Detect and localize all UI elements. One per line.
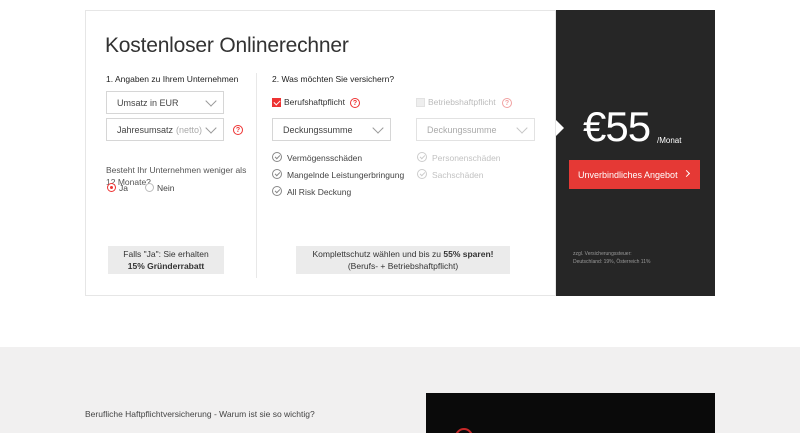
berufshaftpflicht-label[interactable]: Berufshaftpflicht <box>284 97 345 107</box>
check-circle-icon <box>272 186 282 196</box>
bundle-savings-line2: (Berufs- + Betriebshaftpflicht) <box>347 261 459 271</box>
check-circle-icon <box>417 169 427 179</box>
berufshaftpflicht-checkbox[interactable] <box>272 98 281 107</box>
feature-betrieb-1: Personenschäden <box>432 153 501 163</box>
revenue-select-value: Jahresumsatz <box>117 124 174 135</box>
feature-beruf-3: All Risk Deckung <box>287 187 352 197</box>
bundle-savings-info: Komplettschutz wählen und bis zu 55% spa… <box>296 246 510 274</box>
revenue-select[interactable]: Jahresumsatz (netto) <box>106 118 224 141</box>
help-icon[interactable]: ? <box>502 98 512 108</box>
feature-beruf-2: Mangelnde Leistungerbringung <box>287 170 405 180</box>
coverage-select-betrieb-value: Deckungssumme <box>427 124 497 135</box>
radio-no[interactable] <box>145 183 154 192</box>
currency-select-value: Umsatz in EUR <box>117 97 179 108</box>
page: Kostenloser Onlinerechner 1. Angaben zu … <box>0 0 800 433</box>
help-icon[interactable]: ? <box>350 98 360 108</box>
chevron-down-icon <box>205 95 217 107</box>
revenue-select-hint: (netto) <box>176 124 203 135</box>
request-offer-label: Unverbindliches Angebot <box>578 169 678 180</box>
radio-no-label[interactable]: Nein <box>157 183 174 193</box>
feature-beruf-1: Vermögensschäden <box>287 153 363 163</box>
price-panel-notch <box>556 120 564 136</box>
price-unit: /Monat <box>657 136 682 145</box>
check-circle-icon <box>272 152 282 162</box>
betriebshaftpflicht-checkbox[interactable] <box>416 98 425 107</box>
video-player[interactable] <box>426 393 715 433</box>
play-icon[interactable] <box>455 428 473 433</box>
founder-discount-line2: 15% Gründerrabatt <box>127 261 205 271</box>
founder-discount-info: Falls "Ja": Sie erhalten 15% Gründerraba… <box>108 246 224 274</box>
coverage-select-beruf[interactable]: Deckungssumme <box>272 118 391 141</box>
column-divider <box>256 73 257 278</box>
bundle-savings-text: Komplettschutz wählen und bis zu <box>312 249 444 259</box>
founding-question: Besteht Ihr Unternehmen weniger als 12 M… <box>106 165 247 187</box>
chevron-right-icon <box>682 169 691 178</box>
founder-discount-line1: Falls "Ja": Sie erhalten <box>123 249 209 259</box>
radio-yes-label[interactable]: Ja <box>119 183 128 193</box>
help-icon[interactable]: ? <box>233 125 243 135</box>
price-value: €55 <box>583 103 651 150</box>
bundle-savings-highlight: 55% sparen! <box>443 249 494 259</box>
tax-note-line1: zzgl. Versicherungssteuer: <box>573 251 632 257</box>
calculator-card: Kostenloser Onlinerechner 1. Angaben zu … <box>85 10 556 296</box>
check-circle-icon <box>417 152 427 162</box>
chevron-down-icon <box>372 122 384 134</box>
betriebshaftpflicht-label[interactable]: Betriebshaftpflicht <box>428 97 496 107</box>
request-offer-button[interactable]: Unverbindliches Angebot <box>569 160 700 189</box>
calculator-title: Kostenloser Onlinerechner <box>105 34 349 57</box>
section-company-heading: 1. Angaben zu Ihrem Unternehmen <box>106 74 239 84</box>
tax-note: zzgl. Versicherungssteuer: Deutschland: … <box>573 250 693 266</box>
coverage-select-betrieb[interactable]: Deckungssumme <box>416 118 535 141</box>
coverage-select-beruf-value: Deckungssumme <box>283 124 353 135</box>
info-section-title: Berufliche Haftpflichtversicherung - War… <box>85 409 315 419</box>
chevron-down-icon <box>516 122 528 134</box>
tax-note-line2: Deutschland: 19%, Österreich 11% <box>573 259 651 265</box>
chevron-down-icon <box>205 122 217 134</box>
radio-yes[interactable] <box>107 183 116 192</box>
check-circle-icon <box>272 169 282 179</box>
bundle-savings-line1: Komplettschutz wählen und bis zu 55% spa… <box>296 248 510 260</box>
feature-betrieb-2: Sachschäden <box>432 170 484 180</box>
section-insurance-heading: 2. Was möchten Sie versichern? <box>272 74 395 84</box>
currency-select[interactable]: Umsatz in EUR <box>106 91 224 114</box>
